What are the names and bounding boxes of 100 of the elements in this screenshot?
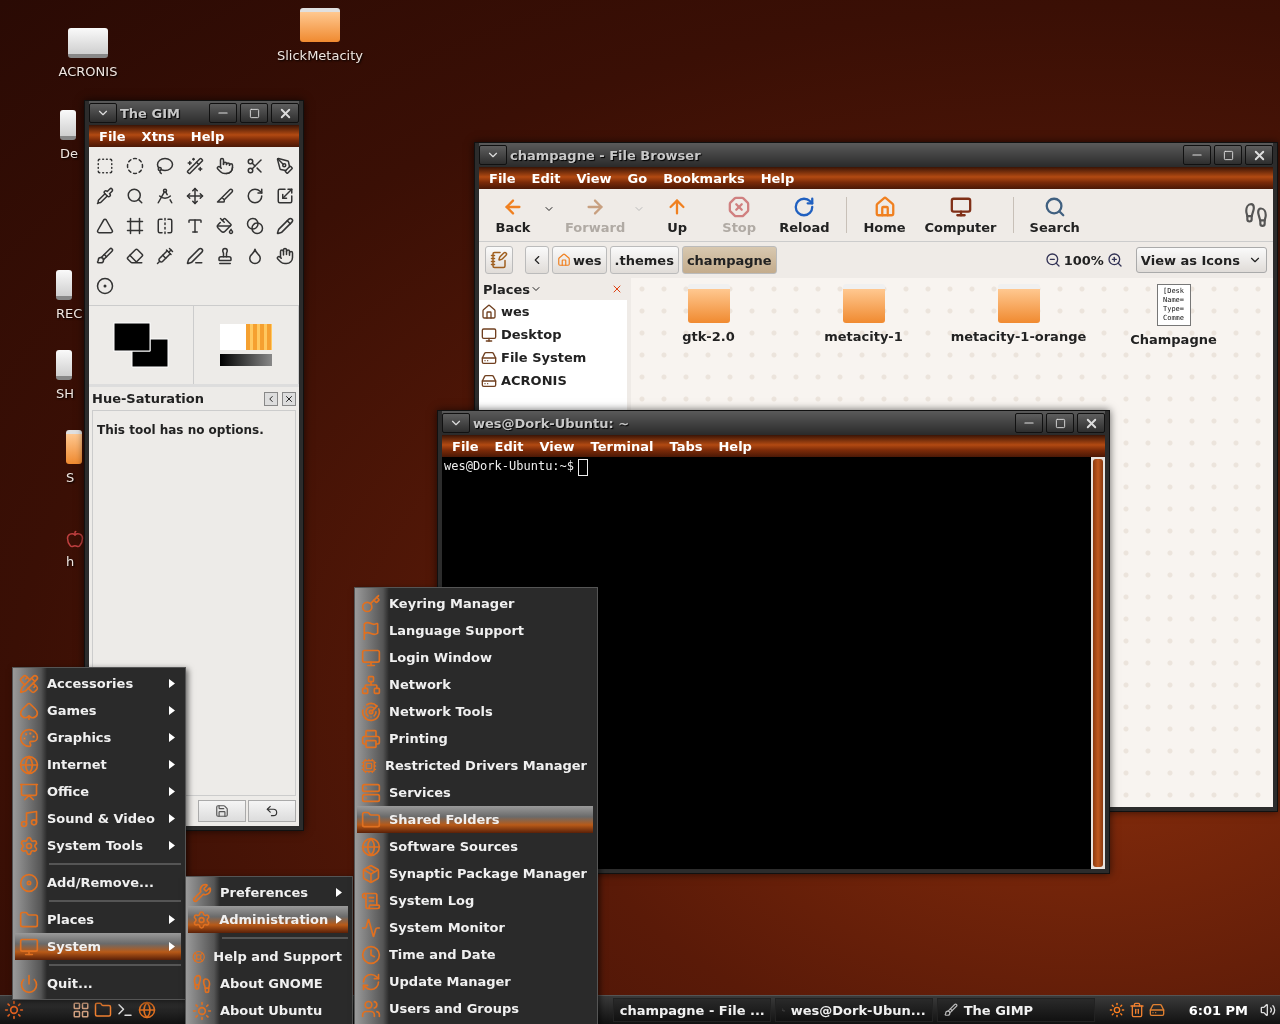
window-menu-button[interactable] [479, 145, 507, 165]
volume-icon[interactable] [1260, 1002, 1276, 1018]
menu-item[interactable]: Places [15, 906, 181, 933]
desktop-icon-label[interactable]: REC [56, 306, 83, 321]
taskbar-button[interactable]: champagne - File ... [612, 998, 771, 1022]
close-button[interactable] [271, 103, 299, 123]
folder-item[interactable]: gtk-2.0 [631, 284, 786, 344]
menu-item[interactable]: Help and Support [188, 943, 348, 970]
toolbar-button[interactable]: Home [854, 191, 915, 239]
menu-item[interactable]: Add/Remove... [15, 869, 181, 896]
menu-item[interactable]: File [483, 170, 522, 186]
edit-location-button[interactable] [485, 246, 513, 274]
close-button[interactable] [1077, 413, 1105, 433]
toolbar-button[interactable]: Up [647, 191, 708, 239]
close-tab-button[interactable] [282, 391, 296, 406]
menu-item[interactable]: File [93, 128, 132, 144]
folder-item[interactable]: metacity-1-orange [941, 284, 1096, 344]
menu-item[interactable]: Bookmarks [657, 170, 751, 186]
menu-item[interactable]: View [570, 170, 618, 186]
menu-item[interactable]: Network Tools [357, 698, 593, 725]
folder-icon[interactable] [94, 1001, 112, 1019]
taskbar-button[interactable]: wes@Dork-Ubun... [774, 998, 933, 1022]
sidebar-item[interactable]: wes [479, 300, 627, 323]
zoom-in-icon[interactable] [1106, 252, 1123, 268]
menu-item[interactable]: Office [15, 778, 181, 805]
menu-item[interactable]: Language Support [357, 617, 593, 644]
close-button[interactable] [1245, 145, 1273, 165]
trash-icon[interactable] [1128, 1002, 1145, 1018]
menu-item[interactable]: Internet [15, 751, 181, 778]
path-button[interactable]: .themes [609, 246, 679, 274]
menu-item[interactable]: System Monitor [357, 914, 593, 941]
menu-item[interactable]: Login Window [357, 644, 593, 671]
menu-item[interactable]: View [533, 438, 581, 454]
gradient-preview[interactable] [220, 354, 272, 366]
menu-item[interactable]: Games [15, 697, 181, 724]
sidebar-item[interactable]: Desktop [479, 323, 627, 346]
minimize-button[interactable] [209, 103, 237, 123]
menu-item[interactable]: Terminal [584, 438, 660, 454]
minimize-button[interactable] [1183, 145, 1211, 165]
notification-icon[interactable] [1108, 1002, 1125, 1018]
menu-item[interactable]: About Ubuntu [188, 997, 348, 1024]
taskbar-button[interactable]: The GIMP [936, 998, 1095, 1022]
menu-item[interactable]: Users and Groups [357, 995, 593, 1022]
menu-item[interactable]: Synaptic Package Manager [357, 860, 593, 887]
menu-item[interactable]: Edit [488, 438, 530, 454]
menu-item[interactable]: Software Sources [357, 833, 593, 860]
desktop-icon-label[interactable]: ACRONIS [58, 64, 118, 79]
sidebar-item[interactable]: File System [479, 346, 627, 369]
drive-icon[interactable] [1148, 1002, 1165, 1018]
menu-item[interactable]: Go [621, 170, 654, 186]
menu-item[interactable]: Update Manager [357, 968, 593, 995]
minimize-button[interactable] [1015, 413, 1043, 433]
path-button[interactable]: wes [552, 246, 607, 274]
desktop-icon-label[interactable]: De [60, 146, 78, 161]
path-button[interactable]: champagne [681, 246, 777, 274]
menu-item[interactable]: Graphics [15, 724, 181, 751]
close-icon[interactable] [611, 283, 623, 295]
toolbar-button[interactable]: Computer [916, 191, 1005, 239]
toolbar-button[interactable]: Search [1021, 191, 1088, 239]
menu-item[interactable]: Edit [525, 170, 567, 186]
menu-item[interactable]: About GNOME [188, 970, 348, 997]
path-scroll-button[interactable] [525, 246, 549, 274]
background-color-swatch[interactable] [131, 338, 169, 368]
menu-item[interactable]: Time and Date [357, 941, 593, 968]
desktop-icon-label[interactable]: SlickMetacity [277, 48, 363, 63]
window-menu-button[interactable] [89, 103, 117, 123]
maximize-button[interactable] [240, 103, 268, 123]
menu-item[interactable]: File [446, 438, 485, 454]
menu-item[interactable]: Administration [188, 906, 348, 933]
desktop-icon-label[interactable]: SH [56, 386, 75, 401]
menu-item[interactable]: Keyring Manager [357, 590, 593, 617]
view-dropdown[interactable]: View as Icons [1135, 247, 1267, 273]
foreground-color-swatch[interactable] [113, 322, 151, 352]
maximize-button[interactable] [1046, 413, 1074, 433]
menu-item[interactable]: System Log [357, 887, 593, 914]
menu-item[interactable]: Network [357, 671, 593, 698]
scrollbar[interactable] [1091, 457, 1105, 869]
restore-button[interactable] [248, 800, 296, 822]
show-desktop-icon[interactable] [72, 1001, 90, 1019]
menu-item[interactable]: System [15, 933, 181, 960]
sidebar-item[interactable]: ACRONIS [479, 369, 627, 392]
menu-item[interactable]: Help [712, 438, 758, 454]
folder-item[interactable]: metacity-1 [786, 284, 941, 344]
clock[interactable]: 6:01 PM [1188, 1002, 1248, 1018]
toolbar-button[interactable]: Reload [771, 191, 838, 239]
menu-item[interactable]: Help [754, 170, 801, 186]
menu-item[interactable]: Printing [357, 725, 593, 752]
menu-item[interactable]: Services [357, 779, 593, 806]
main-menu-logo-icon[interactable] [4, 1000, 24, 1020]
menu-item[interactable]: Xtns [135, 128, 181, 144]
menu-item[interactable]: Help [184, 128, 231, 144]
menu-item[interactable]: Quit... [15, 970, 181, 997]
desktop-icon-label[interactable]: h [66, 554, 75, 569]
menu-item[interactable]: Accessories [15, 670, 181, 697]
save-button[interactable] [198, 800, 246, 822]
menu-item[interactable]: System Tools [15, 832, 181, 859]
zoom-out-icon[interactable] [1044, 252, 1061, 268]
menu-item[interactable]: Sound & Video [15, 805, 181, 832]
globe-icon[interactable] [138, 1001, 156, 1019]
menu-item[interactable]: Preferences [188, 879, 348, 906]
